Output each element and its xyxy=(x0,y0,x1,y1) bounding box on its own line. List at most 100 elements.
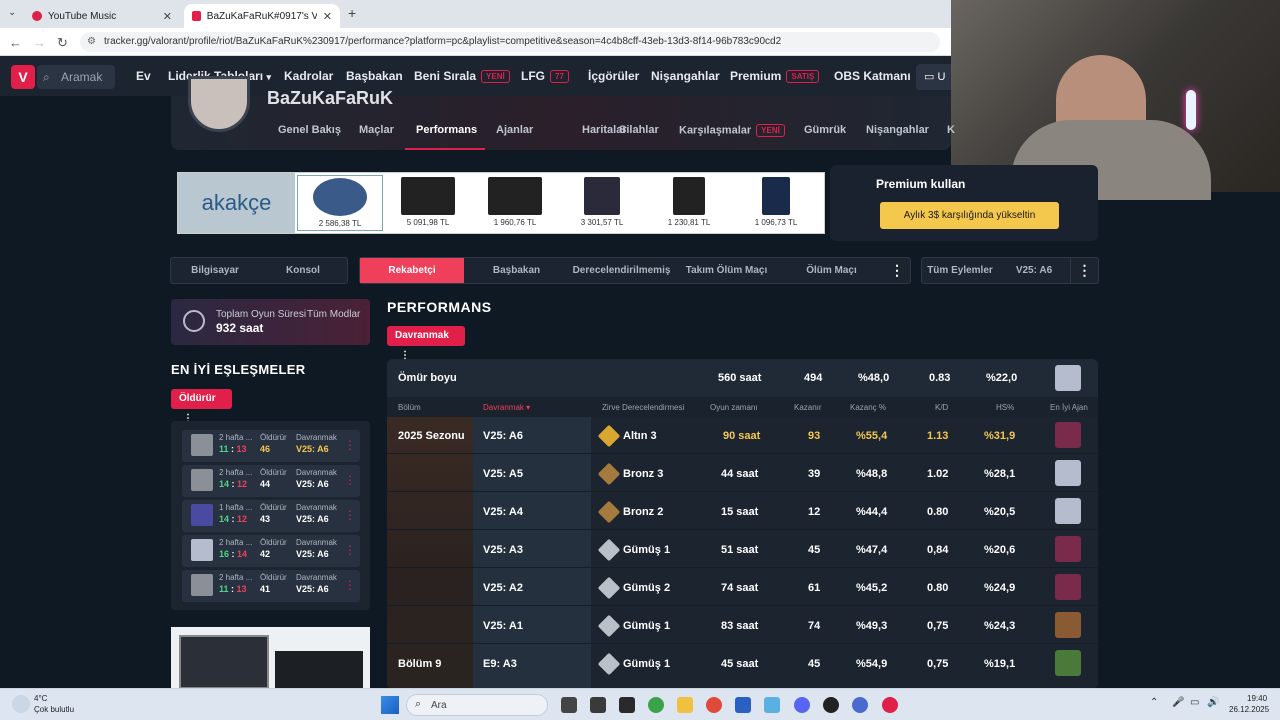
ad-product[interactable]: 3 301,57 TL xyxy=(559,175,645,231)
tab-encounters[interactable]: Karşılaşmalar YENİ xyxy=(679,124,785,137)
tab-youtube-music[interactable]: YouTube Music ✕ xyxy=(24,4,180,28)
more-icon[interactable]: ⋮ xyxy=(1070,258,1098,283)
table-row[interactable]: V25: A1 Gümüş 1 83 saat 74 %49,3 0,75 %2… xyxy=(387,607,1098,644)
app-icon[interactable] xyxy=(852,697,868,713)
list-item[interactable]: 2 hafta ... 11 : 13 Öldürür 41 Davranmak… xyxy=(182,570,360,602)
app-icon[interactable] xyxy=(619,697,635,713)
more-icon[interactable]: ⋮ xyxy=(344,473,356,487)
nav-obs-overlay[interactable]: OBS Katmanı xyxy=(834,69,911,83)
col-wins[interactable]: Kazanır xyxy=(794,403,822,412)
tracker-logo[interactable]: V xyxy=(11,65,35,89)
table-row[interactable]: V25: A4 Bronz 2 15 saat 12 %44,4 0.80 %2… xyxy=(387,493,1098,530)
clock-time[interactable]: 19:40 xyxy=(1247,694,1267,703)
tab-list-chevron-icon[interactable]: ⌄ xyxy=(8,7,16,18)
nav-premier[interactable]: Başbakan xyxy=(346,69,403,83)
url-field[interactable]: ⚙ tracker.gg/valorant/profile/riot/BaZuK… xyxy=(80,32,940,52)
group-act-button[interactable]: Davranmak ⋮ xyxy=(387,326,465,361)
settings-icon[interactable] xyxy=(764,697,780,713)
season-select[interactable]: V25: A6 xyxy=(998,265,1070,276)
ad-product[interactable]: 1 096,73 TL xyxy=(733,175,819,231)
app-icon[interactable] xyxy=(590,697,606,713)
sidebar-ad-image[interactable] xyxy=(171,627,370,689)
close-icon[interactable]: ✕ xyxy=(323,10,332,23)
tab-valorant-tracker[interactable]: BaZuKaFaRuK#0917's Valorant ✕ xyxy=(184,4,340,28)
list-item[interactable]: 2 hafta ... 11 : 13 Öldürür 46 Davranmak… xyxy=(182,430,360,462)
reload-icon[interactable]: ↻ xyxy=(57,35,68,51)
mode-unrated[interactable]: Derecelendirilmemiş xyxy=(569,265,674,276)
tab-customs[interactable]: Gümrük xyxy=(804,124,846,136)
ad-banner[interactable]: akakçe 2 586,38 TL 5 091,98 TL 1 960,76 … xyxy=(177,172,825,234)
tab-performance[interactable]: Performans xyxy=(416,124,477,136)
tab-overview[interactable]: Genel Bakış xyxy=(278,124,341,136)
col-hs[interactable]: HS% xyxy=(996,403,1014,412)
col-episode[interactable]: Bölüm xyxy=(398,403,421,412)
platform-pc[interactable]: Bilgisayar xyxy=(171,265,259,276)
nav-lfg[interactable]: LFG 77 xyxy=(521,69,569,84)
col-act[interactable]: Davranmak ▾ xyxy=(483,403,530,412)
more-icon[interactable]: ⋮ xyxy=(344,438,356,452)
back-icon[interactable]: ← xyxy=(9,35,22,50)
windows-start-icon[interactable] xyxy=(381,696,399,714)
clock-date[interactable]: 26.12.2025 xyxy=(1229,705,1269,714)
valorant-icon[interactable] xyxy=(882,697,898,713)
list-item[interactable]: 2 hafta ... 16 : 14 Öldürür 42 Davranmak… xyxy=(182,535,360,567)
tab-matches[interactable]: Maçlar xyxy=(359,124,394,136)
table-row[interactable]: 2025 Sezonu V25: A6 Altın 3 90 saat 93 %… xyxy=(387,417,1098,454)
table-row[interactable]: V25: A5 Bronz 3 44 saat 39 %48,8 1.02 %2… xyxy=(387,455,1098,492)
tab-more[interactable]: K xyxy=(947,124,955,136)
store-icon[interactable] xyxy=(735,697,751,713)
tab-crosshairs[interactable]: Nişangahlar xyxy=(866,124,929,136)
ad-product[interactable]: 2 586,38 TL xyxy=(297,175,383,231)
table-row[interactable]: V25: A3 Gümüş 1 51 saat 45 %47,4 0,84 %2… xyxy=(387,531,1098,568)
table-row[interactable]: Bölüm 9 E9: A3 Gümüş 1 45 saat 45 %54,9 … xyxy=(387,645,1098,682)
forward-icon[interactable]: → xyxy=(33,35,46,50)
volume-icon[interactable]: 🔊 xyxy=(1207,697,1219,708)
ad-product[interactable]: 5 091,98 TL xyxy=(385,175,471,231)
mode-competitive[interactable]: Rekabetçi xyxy=(360,258,464,283)
more-icon[interactable]: ⋮ xyxy=(884,258,910,283)
nav-insights[interactable]: İçgörüler xyxy=(588,69,639,83)
actions-select[interactable]: Tüm Eylemler xyxy=(922,265,998,276)
col-playtime[interactable]: Oyun zamanı xyxy=(710,403,758,412)
col-peak-rank[interactable]: Zirve Derecelendirmesi xyxy=(602,403,684,412)
table-row[interactable]: V25: A2 Gümüş 2 74 saat 61 %45,2 0.80 %2… xyxy=(387,569,1098,606)
nav-premium[interactable]: Premium SATIŞ xyxy=(730,69,820,84)
nav-teams[interactable]: Kadrolar xyxy=(284,69,333,83)
microphone-icon[interactable]: 🎤 xyxy=(1172,697,1184,708)
mode-deathmatch[interactable]: Ölüm Maçı xyxy=(779,265,884,276)
upgrade-button[interactable]: Aylık 3$ karşılığında yükseltin xyxy=(880,202,1059,229)
tab-agents[interactable]: Ajanlar xyxy=(496,124,533,136)
new-tab-icon[interactable]: + xyxy=(348,5,356,21)
app-icon[interactable] xyxy=(823,697,839,713)
list-item[interactable]: 2 hafta ... 14 : 12 Öldürür 44 Davranmak… xyxy=(182,465,360,497)
more-icon[interactable]: ⋮ xyxy=(344,508,356,522)
nav-crosshairs[interactable]: Nişangahlar xyxy=(651,69,720,83)
upload-button[interactable]: ▭ U xyxy=(916,64,956,90)
app-icon[interactable] xyxy=(648,697,664,713)
file-explorer-icon[interactable] xyxy=(677,697,693,713)
chevron-up-icon[interactable]: ⌃ xyxy=(1150,697,1158,708)
sort-kills-button[interactable]: Öldürür ⋮ xyxy=(171,389,232,424)
task-view-icon[interactable] xyxy=(561,697,577,713)
nav-home[interactable]: Ev xyxy=(136,69,151,83)
taskbar-search[interactable]: ⌕ Ara xyxy=(406,694,548,716)
platform-console[interactable]: Konsol xyxy=(259,265,347,276)
col-winpct[interactable]: Kazanç % xyxy=(850,403,886,412)
ad-product[interactable]: 1 960,76 TL xyxy=(472,175,558,231)
col-kd[interactable]: K/D xyxy=(935,403,948,412)
tab-weapons[interactable]: Silahlar xyxy=(619,124,659,136)
close-icon[interactable]: ✕ xyxy=(163,10,172,23)
site-info-icon[interactable]: ⚙ xyxy=(87,32,96,52)
more-icon[interactable]: ⋮ xyxy=(344,578,356,592)
mode-team-deathmatch[interactable]: Takım Ölüm Maçı xyxy=(674,265,779,276)
ad-product[interactable]: 1 230,81 TL xyxy=(646,175,732,231)
list-item[interactable]: 1 hafta ... 14 : 12 Öldürür 43 Davranmak… xyxy=(182,500,360,532)
more-icon[interactable]: ⋮ xyxy=(344,543,356,557)
network-icon[interactable]: ▭ xyxy=(1190,697,1199,708)
col-best-agent[interactable]: En İyi Ajan xyxy=(1050,403,1088,412)
mode-premier[interactable]: Başbakan xyxy=(464,265,569,276)
nav-rank-me[interactable]: Beni Sırala YENİ xyxy=(414,69,510,84)
discord-icon[interactable] xyxy=(794,697,810,713)
search-input[interactable]: ⌕ Aramak xyxy=(37,65,115,89)
chrome-icon[interactable] xyxy=(706,697,722,713)
